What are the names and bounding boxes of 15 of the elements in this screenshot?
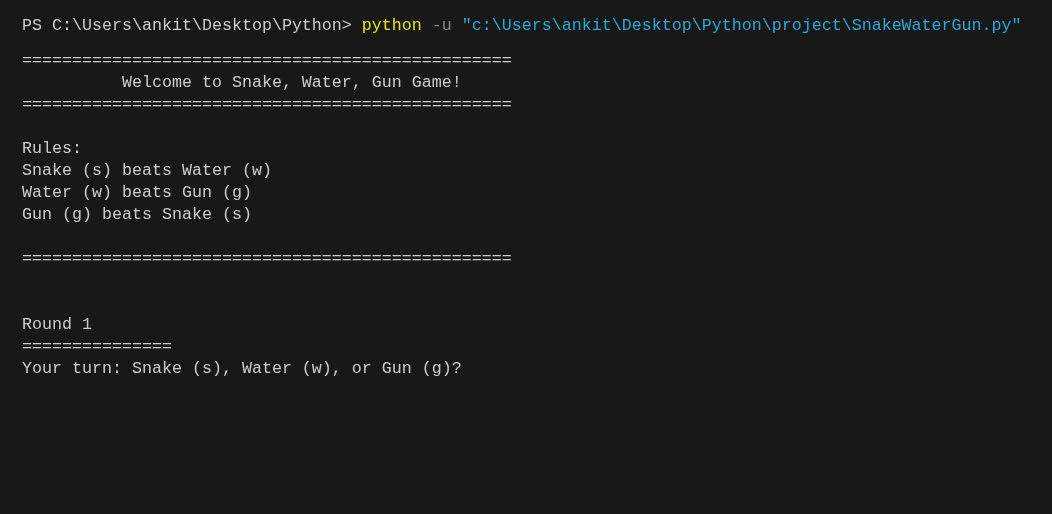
output-line: Rules: — [22, 139, 82, 158]
command-text: python — [361, 16, 422, 35]
prompt-path: PS C:\Users\ankit\Desktop\Python> — [22, 16, 353, 35]
output-line: ================================================= — [22, 51, 512, 70]
output-line: Your turn: Snake (s), Water (w), or Gun (g)? — [22, 359, 462, 378]
output-line: ================================================= — [22, 95, 512, 114]
output-line: Welcome to Snake, Water, Gun Game! — [120, 73, 462, 92]
output-line: Gun (g) beats Snake (s) — [22, 205, 252, 224]
output-line: ================================================= — [22, 249, 512, 268]
output-line: Water (w) beats Gun (g) — [22, 183, 252, 202]
command-argument: "c:\Users\ankit\Desktop\Python\project\SnakeWaterGun.py" — [461, 16, 1022, 35]
output-line: =============== — [22, 337, 172, 356]
output-line: Round 1 — [22, 315, 92, 334]
command-option-text: -u — [431, 16, 452, 35]
output-line: Snake (s) beats Water (w) — [22, 161, 272, 180]
